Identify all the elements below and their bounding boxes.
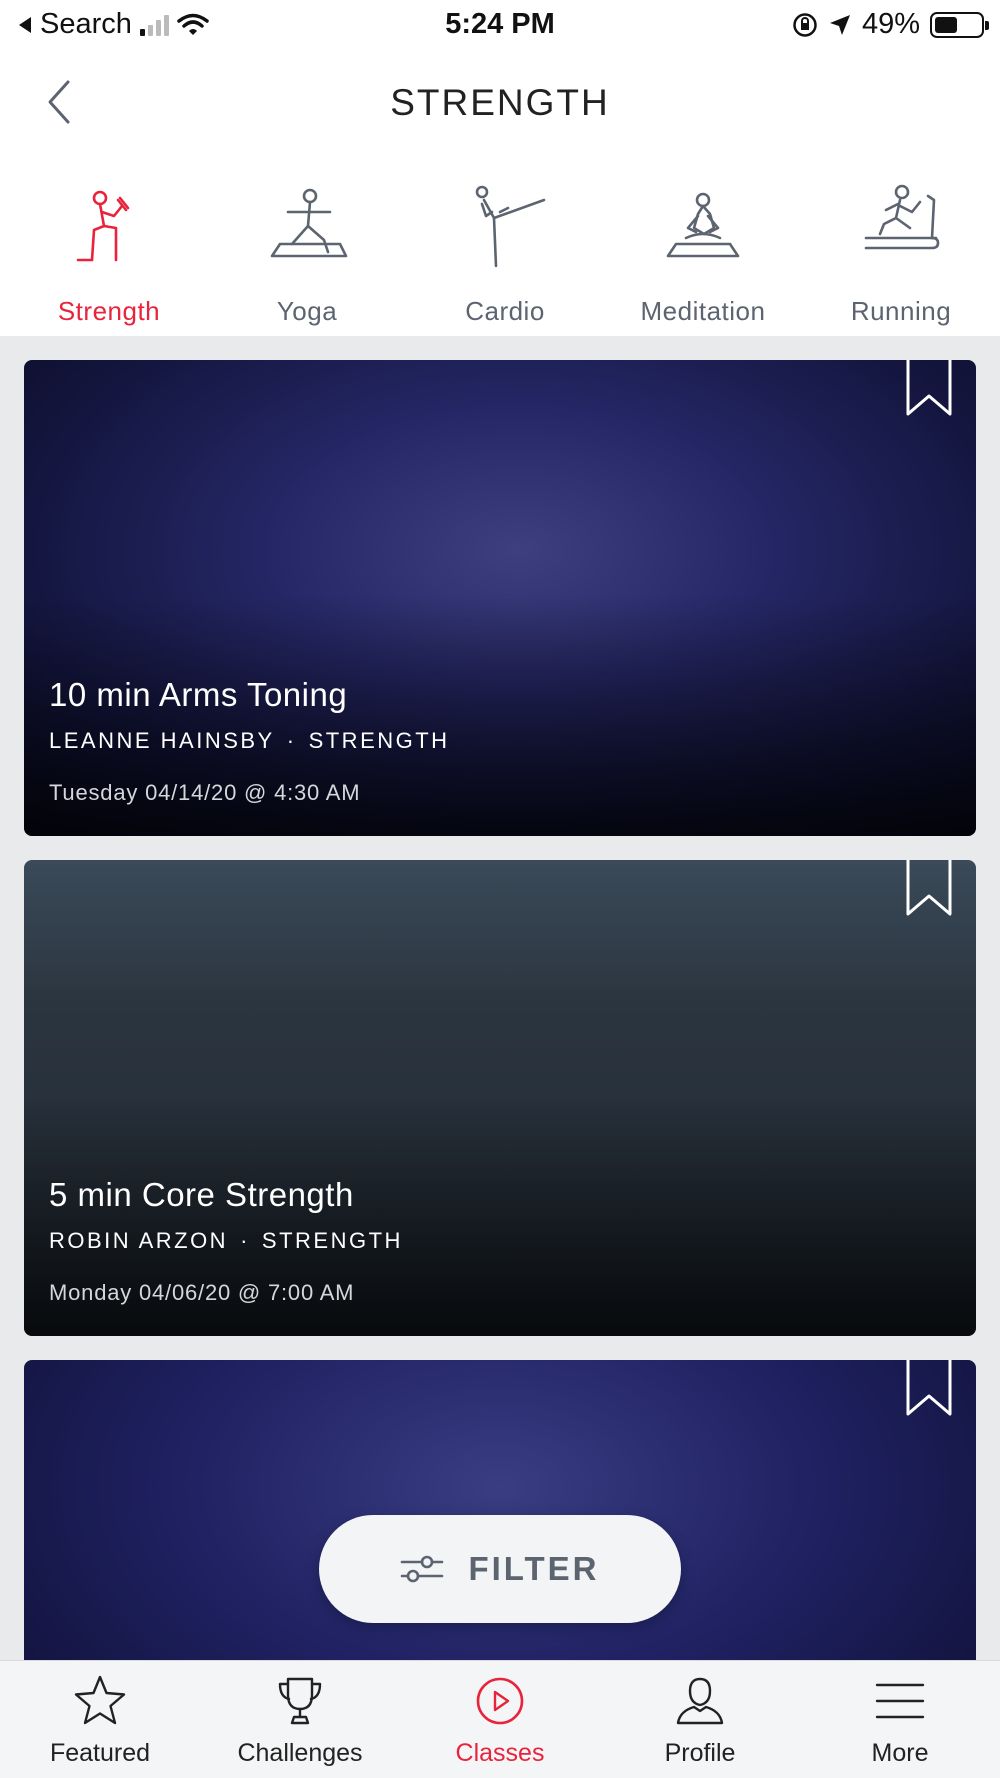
class-date: Monday 04/06/20 @ 7:00 AM [49, 1280, 355, 1305]
tab-classes[interactable]: Classes [400, 1661, 600, 1778]
play-circle-icon [476, 1677, 524, 1725]
class-meta: LEANNE HAINSBY · STRENGTH [49, 728, 450, 754]
separator-dot: · [286, 728, 297, 753]
category-yoga[interactable]: Yoga [207, 182, 407, 332]
running-icon [864, 184, 940, 250]
filter-button[interactable]: FILTER [319, 1515, 681, 1623]
class-category: STRENGTH [308, 728, 450, 753]
tab-label: Featured [49, 1739, 151, 1767]
tab-featured[interactable]: Featured [0, 1661, 200, 1778]
bookmark-icon[interactable] [906, 1360, 952, 1418]
cardio-icon [475, 185, 546, 268]
battery-icon [930, 11, 989, 38]
meditation-icon [666, 192, 740, 258]
status-right: 49% [792, 8, 989, 41]
tab-more[interactable]: More [800, 1661, 1000, 1778]
category-cardio[interactable]: Cardio [405, 182, 605, 332]
tab-label: Challenges [237, 1739, 363, 1767]
category-running[interactable]: Running [801, 182, 1000, 332]
bookmark-icon[interactable] [906, 360, 952, 418]
card-info: 10 min Arms Toning LEANNE HAINSBY · STRENG… [49, 676, 450, 806]
class-title: 5 min Core Strength [49, 1176, 354, 1213]
status-bar: Search 5:24 PM 49% [0, 0, 1000, 52]
class-card[interactable]: 5 min Core Strength ROBIN ARZON · STRENGTH… [24, 860, 976, 1336]
class-date: Tuesday 04/14/20 @ 4:30 AM [49, 780, 361, 805]
header: STRENGTH Strength Yoga Cardio Meditation… [0, 52, 1000, 336]
class-title: 10 min Arms Toning [49, 676, 348, 713]
class-category: STRENGTH [261, 1228, 403, 1253]
bookmark-icon[interactable] [906, 860, 952, 918]
yoga-icon [270, 188, 348, 258]
separator-dot: · [240, 1228, 250, 1253]
menu-icon [875, 1683, 925, 1719]
tab-challenges[interactable]: Challenges [200, 1661, 400, 1778]
profile-icon [676, 1677, 724, 1725]
tab-label: Classes [455, 1739, 545, 1767]
filter-label: FILTER [468, 1550, 600, 1587]
tab-label: Profile [664, 1739, 736, 1767]
tab-profile[interactable]: Profile [600, 1661, 800, 1778]
category-label: Strength [57, 296, 161, 326]
category-meditation[interactable]: Meditation [603, 182, 803, 332]
category-label: Yoga [276, 296, 338, 326]
category-label: Meditation [640, 296, 766, 326]
category-strength[interactable]: Strength [9, 182, 209, 332]
class-card[interactable]: 10 min Arms Toning LEANNE HAINSBY · STRENG… [24, 360, 976, 836]
trophy-icon [278, 1677, 322, 1725]
battery-percent: 49% [861, 8, 920, 40]
class-meta: ROBIN ARZON · STRENGTH [49, 1228, 403, 1254]
page-title: STRENGTH [390, 82, 610, 123]
instructor-name: ROBIN ARZON [49, 1228, 229, 1253]
card-info: 5 min Core Strength ROBIN ARZON · STRENGTH… [49, 1176, 403, 1306]
star-icon [74, 1675, 126, 1725]
tab-bar: Featured Challenges Classes Profile More [0, 1660, 1000, 1778]
location-arrow-icon [829, 14, 850, 35]
orientation-lock-icon [793, 12, 817, 37]
sliders-icon [401, 1555, 444, 1583]
category-label: Running [850, 296, 952, 326]
tab-label: More [871, 1739, 929, 1767]
instructor-name: LEANNE HAINSBY [49, 728, 275, 753]
category-label: Cardio [465, 296, 545, 326]
strength-icon [76, 190, 130, 262]
category-row: Strength Yoga Cardio Meditation Running [0, 182, 1000, 332]
